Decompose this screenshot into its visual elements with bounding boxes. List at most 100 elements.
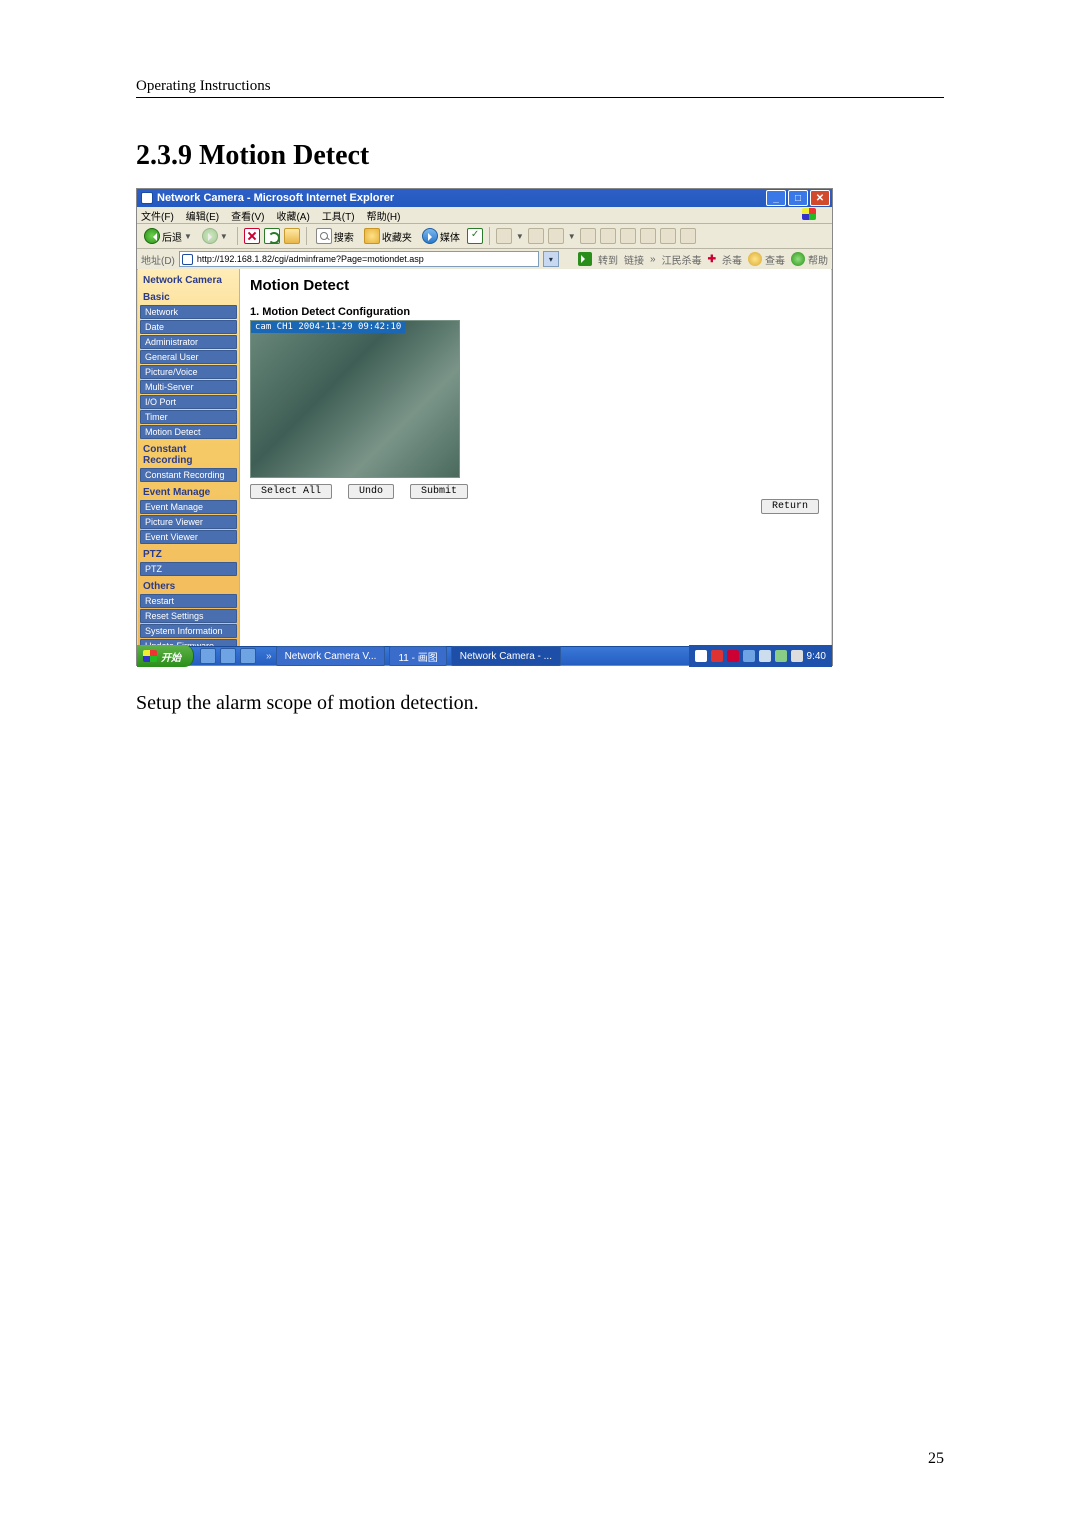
window-title: Network Camera - Microsoft Internet Expl…	[157, 192, 394, 204]
running-head: Operating Instructions	[136, 78, 944, 95]
toolbar-separator	[489, 227, 490, 245]
edit-icon[interactable]	[548, 228, 564, 244]
sidebar-item-ptz[interactable]: PTZ	[140, 562, 237, 576]
messenger-icon[interactable]	[620, 228, 636, 244]
sidebar-item-picture-voice[interactable]: Picture/Voice	[140, 365, 237, 379]
help-icon	[791, 252, 805, 266]
tray-icon[interactable]	[695, 650, 707, 662]
ext-link-3[interactable]: 查毒	[748, 252, 785, 267]
mail-icon[interactable]	[496, 228, 512, 244]
undo-button[interactable]: Undo	[348, 484, 394, 499]
sidebar-item-general-user[interactable]: General User	[140, 350, 237, 364]
tray-icon[interactable]	[759, 650, 771, 662]
home-icon[interactable]	[284, 228, 300, 244]
research-icon[interactable]	[600, 228, 616, 244]
figure-caption: Setup the alarm scope of motion detectio…	[136, 692, 944, 715]
overflow-chevron-icon[interactable]: »	[650, 254, 656, 265]
select-all-button[interactable]: Select All	[250, 484, 332, 499]
back-icon	[144, 228, 160, 244]
favorites-button[interactable]: 收藏夹	[361, 226, 415, 246]
forward-button[interactable]: ▼	[199, 226, 231, 246]
taskbar-task-3[interactable]: Network Camera - ...	[451, 646, 561, 666]
address-input[interactable]: http://192.168.1.82/cgi/adminframe?Page=…	[179, 251, 539, 267]
tray-icon[interactable]	[743, 650, 755, 662]
minimize-button[interactable]: _	[766, 190, 786, 206]
return-button[interactable]: Return	[761, 499, 819, 514]
sidebar-item-reset-settings[interactable]: Reset Settings	[140, 609, 237, 623]
ext-link-2[interactable]: 杀毒	[722, 252, 742, 267]
tray-icon[interactable]	[711, 650, 723, 662]
sidebar-item-picture-viewer[interactable]: Picture Viewer	[140, 515, 237, 529]
quick-launch-icon[interactable]	[240, 648, 256, 664]
toolbar-separator	[306, 227, 307, 245]
menu-view[interactable]: 查看(V)	[231, 208, 264, 223]
media-button[interactable]: 媒体	[419, 226, 463, 246]
print-icon[interactable]	[528, 228, 544, 244]
address-dropdown[interactable]: ▾	[543, 251, 559, 267]
menu-favorites[interactable]: 收藏(A)	[276, 208, 309, 223]
menu-edit[interactable]: 编辑(E)	[186, 208, 219, 223]
sidebar-group-basic: Basic	[140, 288, 237, 304]
links-label[interactable]: 链接	[624, 252, 644, 267]
favorites-label: 收藏夹	[382, 229, 412, 244]
chevron-down-icon: ▼	[220, 232, 228, 241]
page-number: 25	[928, 1450, 944, 1468]
sidebar-brand: Network Camera	[140, 273, 237, 288]
refresh-icon[interactable]	[264, 228, 280, 244]
toolbar-extra-icon[interactable]	[660, 228, 676, 244]
toolbar-extra-icon[interactable]	[680, 228, 696, 244]
sidebar-item-event-viewer[interactable]: Event Viewer	[140, 530, 237, 544]
overflow-chevron-icon[interactable]: »	[262, 651, 276, 662]
taskbar-task-1[interactable]: Network Camera V...	[276, 646, 386, 666]
menu-help[interactable]: 帮助(H)	[367, 208, 401, 223]
search-button[interactable]: 搜索	[313, 226, 357, 246]
sidebar-item-motion-detect[interactable]: Motion Detect	[140, 425, 237, 439]
sidebar-item-date[interactable]: Date	[140, 320, 237, 334]
media-label: 媒体	[440, 229, 460, 244]
quick-launch-icon[interactable]	[200, 648, 216, 664]
address-label: 地址(D)	[141, 252, 175, 267]
sidebar-item-network[interactable]: Network	[140, 305, 237, 319]
taskbar-task-2[interactable]: 11 - 画图	[389, 646, 446, 666]
tray-clock: 9:40	[807, 651, 826, 662]
window-titlebar: Network Camera - Microsoft Internet Expl…	[137, 189, 832, 207]
sidebar-item-timer[interactable]: Timer	[140, 410, 237, 424]
ext-link-4[interactable]: 帮助	[791, 252, 828, 267]
submit-button[interactable]: Submit	[410, 484, 468, 499]
stop-icon[interactable]	[244, 228, 260, 244]
address-bar: 地址(D) http://192.168.1.82/cgi/adminframe…	[137, 249, 832, 270]
panel-title: Motion Detect	[250, 277, 821, 294]
close-button[interactable]: ✕	[810, 190, 830, 206]
sidebar-item-restart[interactable]: Restart	[140, 594, 237, 608]
menu-tools[interactable]: 工具(T)	[322, 208, 355, 223]
sidebar-item-multi-server[interactable]: Multi-Server	[140, 380, 237, 394]
tray-icon[interactable]	[727, 650, 739, 662]
quick-launch-icon[interactable]	[220, 648, 236, 664]
sidebar-item-event-manage[interactable]: Event Manage	[140, 500, 237, 514]
system-tray: 9:40	[689, 645, 832, 667]
tray-icon[interactable]	[775, 650, 787, 662]
sidebar-item-constant-recording[interactable]: Constant Recording	[140, 468, 237, 482]
section-title: 2.3.9 Motion Detect	[136, 140, 944, 172]
windows-flag-icon	[802, 208, 816, 220]
back-button[interactable]: 后退 ▼	[141, 226, 195, 246]
go-button[interactable]	[578, 252, 592, 266]
sidebar-item-system-information[interactable]: System Information	[140, 624, 237, 638]
chevron-down-icon: ▼	[516, 232, 524, 241]
video-preview[interactable]: cam CH1 2004-11-29 09:42:10	[250, 320, 460, 478]
maximize-button[interactable]: □	[788, 190, 808, 206]
tray-icon[interactable]	[791, 650, 803, 662]
sidebar-item-administrator[interactable]: Administrator	[140, 335, 237, 349]
go-label: 转到	[598, 252, 618, 267]
search-icon	[316, 228, 332, 244]
sidebar-item-io-port[interactable]: I/O Port	[140, 395, 237, 409]
discuss-icon[interactable]	[580, 228, 596, 244]
menu-file[interactable]: 文件(F)	[141, 208, 174, 223]
main-panel: Motion Detect 1. Motion Detect Configura…	[240, 269, 831, 647]
ext-link-1[interactable]: 江民杀毒	[662, 252, 702, 267]
search-label: 搜索	[334, 229, 354, 244]
start-button[interactable]: 开始	[137, 645, 194, 667]
history-icon[interactable]	[467, 228, 483, 244]
toolbar: 后退 ▼ ▼ 搜索 收藏夹 媒体	[137, 224, 832, 249]
toolbar-extra-icon[interactable]	[640, 228, 656, 244]
